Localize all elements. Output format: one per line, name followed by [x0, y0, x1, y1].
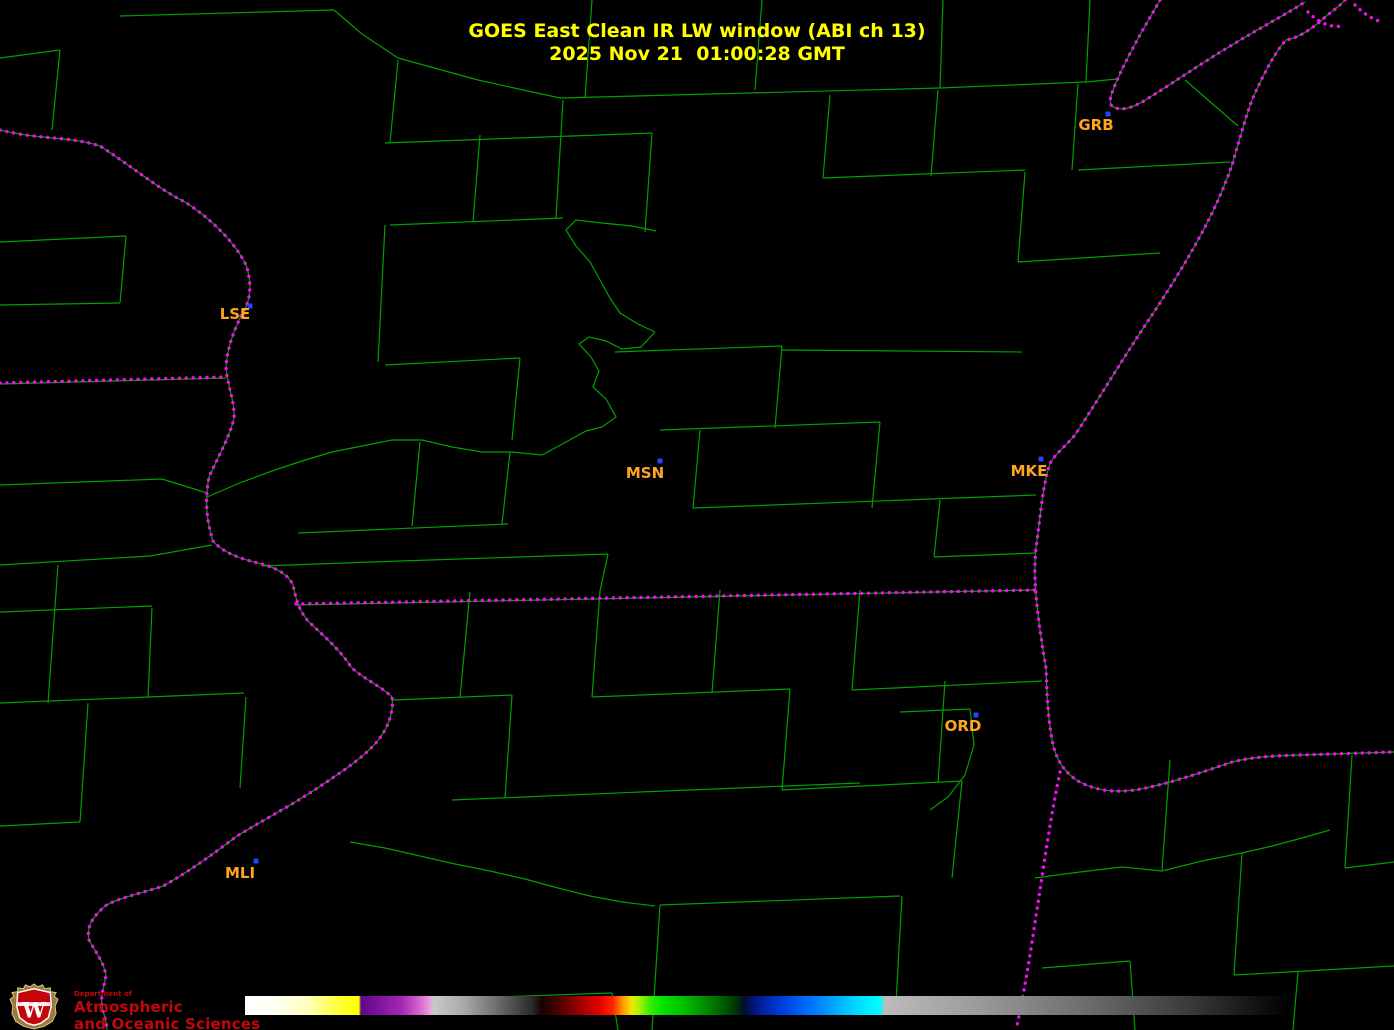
- uw-logo-text: Department of Atmospheric and Oceanic Sc…: [74, 983, 260, 1030]
- logo-line1: Atmospheric: [74, 1000, 260, 1015]
- station-label: ORD: [945, 717, 982, 735]
- page-title: GOES East Clean IR LW window (ABI ch 13): [0, 20, 1394, 43]
- station-label: MLI: [225, 864, 255, 882]
- station-label: MKE: [1011, 462, 1048, 480]
- station-label: GRB: [1078, 116, 1113, 134]
- station-dot: [1039, 457, 1044, 462]
- station-dot: [658, 459, 663, 464]
- logo-line2: and Oceanic Sciences: [74, 1017, 260, 1030]
- uw-crest-icon: W: [8, 983, 60, 1030]
- timestamp: 2025 Nov 21 01:00:28 GMT: [0, 43, 1394, 66]
- station-dot: [254, 859, 259, 864]
- satellite-viewer: GRB LSE MSN MKE ORD MLI GOES East Clean IR LW…: [0, 0, 1394, 1030]
- uw-logo: W Department of Atmospheric and Oceanic …: [8, 983, 260, 1030]
- title-block: GOES East Clean IR LW window (ABI ch 13)…: [0, 20, 1394, 66]
- station-label: MSN: [626, 464, 664, 482]
- colorbar: [245, 996, 1290, 1015]
- station-label: LSE: [220, 305, 251, 323]
- logo-dept-label: Department of: [74, 991, 260, 998]
- svg-text:W: W: [21, 998, 46, 1023]
- station-layer: GRB LSE MSN MKE ORD MLI: [0, 0, 1394, 1030]
